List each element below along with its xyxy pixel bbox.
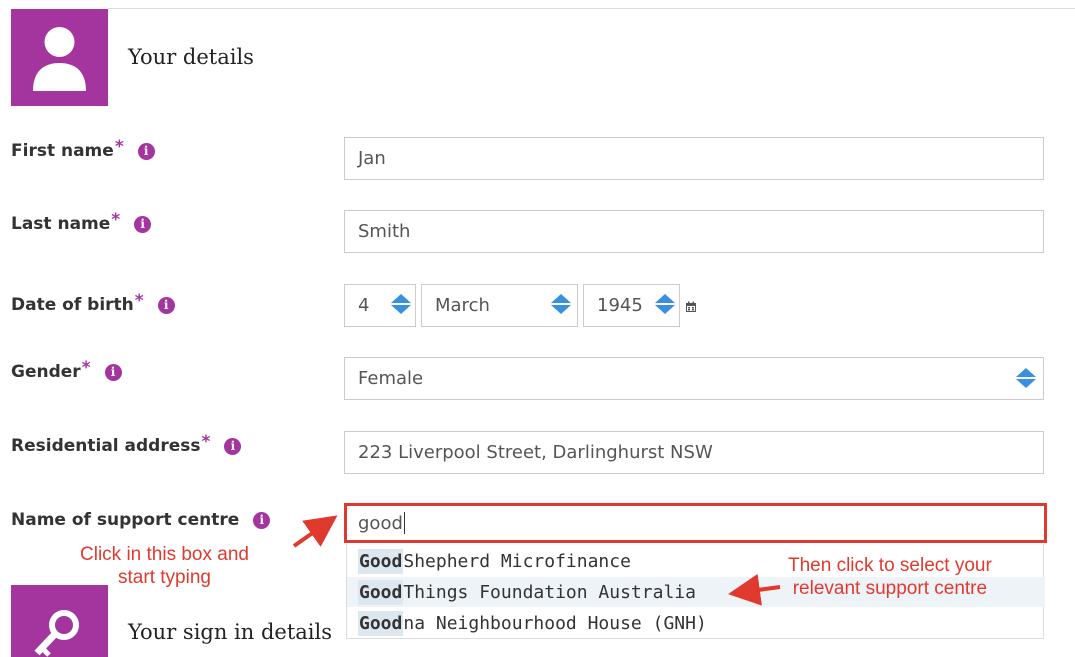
gender-select-arrows-icon[interactable]: [1016, 368, 1036, 388]
arrow-to-input: [292, 515, 338, 548]
required-marker: *: [114, 137, 124, 157]
required-marker: *: [81, 358, 91, 378]
required-marker: *: [134, 291, 144, 311]
info-icon[interactable]: i: [157, 296, 175, 314]
residential-address-label: Residential address * i: [11, 432, 242, 456]
details-section-tile: [11, 9, 108, 106]
info-icon[interactable]: i: [253, 511, 271, 529]
dob-month-spinner-icon[interactable]: [551, 294, 571, 314]
calendar-icon[interactable]: [685, 301, 697, 313]
user-icon: [33, 27, 86, 91]
residential-address-input[interactable]: 223 Liverpool Street, Darlinghurst NSW: [344, 431, 1044, 474]
gender-label: Gender * i: [11, 358, 122, 382]
required-marker: *: [111, 210, 121, 230]
top-divider: [108, 8, 1075, 9]
annotation-click-box: Click in this box and start typing: [80, 544, 249, 588]
support-centre-label: Name of support centre i: [11, 510, 271, 530]
info-icon[interactable]: i: [137, 142, 155, 160]
sign-in-section-heading: Your sign in details: [128, 620, 333, 644]
dob-day-spinner-icon[interactable]: [391, 294, 411, 314]
info-icon[interactable]: i: [104, 363, 122, 381]
suggestion-item[interactable]: Good na Neighbourhood House (GNH): [347, 608, 1045, 638]
annotation-select-centre: Then click to select your relevant suppo…: [788, 555, 992, 599]
gender-select[interactable]: Female: [344, 357, 1044, 400]
required-marker: *: [201, 432, 211, 452]
date-of-birth-label: Date of birth * i: [11, 291, 175, 315]
support-centre-input[interactable]: good: [344, 503, 1047, 543]
first-name-label: First name * i: [11, 137, 155, 161]
info-icon[interactable]: i: [224, 437, 242, 455]
first-name-input[interactable]: Jan: [344, 137, 1044, 180]
dob-year-spinner-icon[interactable]: [655, 294, 675, 314]
info-icon[interactable]: i: [134, 215, 152, 233]
details-section-heading: Your details: [128, 45, 254, 69]
last-name-input[interactable]: Smith: [344, 210, 1044, 253]
last-name-label: Last name * i: [11, 210, 152, 234]
key-icon: [34, 610, 79, 657]
text-cursor: [403, 512, 405, 534]
sign-in-section-tile: [11, 585, 108, 657]
